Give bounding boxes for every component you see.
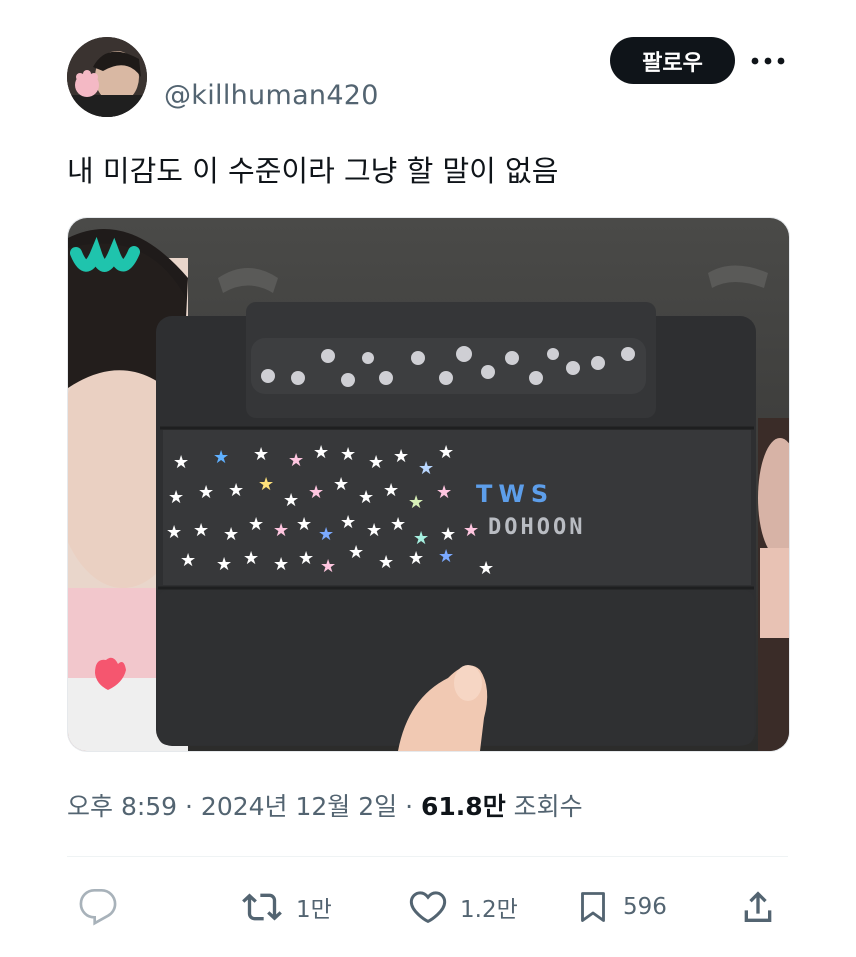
svg-text:★: ★ — [366, 520, 382, 541]
like-button[interactable]: 1.2만 — [408, 885, 518, 929]
svg-text:★: ★ — [463, 520, 479, 541]
svg-text:★: ★ — [368, 452, 384, 473]
svg-text:★: ★ — [193, 520, 209, 541]
svg-text:★: ★ — [296, 514, 312, 535]
bookmark-count: 596 — [623, 894, 667, 920]
svg-text:★: ★ — [166, 522, 182, 543]
bookmark-button[interactable]: 596 — [575, 885, 667, 929]
svg-text:★: ★ — [340, 444, 356, 465]
svg-text:★: ★ — [173, 452, 189, 473]
svg-text:★: ★ — [383, 480, 399, 501]
svg-text:★: ★ — [390, 514, 406, 535]
follow-button[interactable]: 팔로우 — [610, 37, 735, 84]
tweet-timestamp[interactable]: 오후 8:59 · 2024년 12월 2일 · — [67, 792, 421, 821]
tweet-text: 내 미감도 이 수준이라 그냥 할 말이 없음 — [67, 154, 559, 188]
svg-text:★: ★ — [198, 482, 214, 503]
svg-text:★: ★ — [216, 554, 232, 575]
svg-text:★: ★ — [348, 542, 364, 563]
user-handle[interactable]: @killhuman420 — [164, 80, 379, 111]
bookmark-icon — [581, 892, 605, 922]
heart-icon — [409, 891, 447, 923]
svg-text:★: ★ — [408, 492, 424, 513]
svg-text:★: ★ — [258, 474, 274, 495]
share-button[interactable] — [738, 885, 778, 929]
svg-text:★: ★ — [413, 528, 429, 549]
svg-text:★: ★ — [333, 474, 349, 495]
avatar[interactable] — [67, 37, 147, 117]
reply-icon — [79, 889, 117, 926]
tweet-meta: 오후 8:59 · 2024년 12월 2일 · 61.8만 조회수 — [67, 787, 583, 823]
svg-text:★: ★ — [408, 548, 424, 569]
svg-text:★: ★ — [358, 487, 374, 508]
reply-button[interactable] — [78, 885, 118, 929]
svg-text:★: ★ — [308, 482, 324, 503]
tablet-case-photo: ★ ★ ★ ★ ★ ★ ★ ★★ ★ ★ ★ ★ ★★ ★ ★★ ★ ★ ★ ★ ★ ★ ★ ★ ★ ★★ ★… — [68, 218, 789, 751]
avatar-photo — [67, 37, 147, 117]
like-count: 1.2만 — [460, 897, 518, 923]
svg-text:★: ★ — [283, 490, 299, 511]
view-count: 61.8만 — [421, 792, 506, 821]
svg-text:★: ★ — [418, 458, 434, 479]
retweet-icon — [242, 893, 282, 921]
share-icon — [744, 891, 772, 922]
svg-text:★: ★ — [438, 442, 454, 463]
svg-text:★: ★ — [393, 446, 409, 467]
svg-text:★: ★ — [253, 444, 269, 465]
svg-text:★: ★ — [313, 442, 329, 463]
svg-text:★: ★ — [298, 548, 314, 569]
svg-text:★: ★ — [180, 550, 196, 571]
svg-text:★: ★ — [340, 512, 356, 533]
svg-text:★: ★ — [273, 554, 289, 575]
svg-text:★: ★ — [223, 524, 239, 545]
case-text-tws: TWS — [476, 480, 554, 508]
svg-text:★: ★ — [378, 552, 394, 573]
view-label: 조회수 — [505, 792, 583, 821]
svg-text:★: ★ — [478, 558, 494, 579]
divider — [67, 856, 788, 857]
svg-text:★: ★ — [243, 548, 259, 569]
tweet-media[interactable]: ★ ★ ★ ★ ★ ★ ★ ★ ★ ★ ★ ★ ★ ★ ★ ★ ★ ★ ★ ★ ★ ★ ★ ★ ★ ★ ★ ★ ★ ★… — [67, 217, 790, 752]
svg-text:★: ★ — [213, 447, 229, 468]
svg-text:★: ★ — [273, 520, 289, 541]
svg-text:★: ★ — [228, 480, 244, 501]
svg-text:★: ★ — [288, 450, 304, 471]
svg-text:★: ★ — [168, 487, 184, 508]
retweet-button[interactable]: 1만 — [240, 885, 332, 929]
svg-text:★: ★ — [438, 546, 454, 567]
more-options-icon[interactable] — [748, 48, 788, 74]
svg-text:★: ★ — [320, 556, 336, 577]
case-text-dohoon: DOHOON — [488, 515, 585, 540]
retweet-count: 1만 — [296, 897, 332, 923]
svg-text:★: ★ — [436, 482, 452, 503]
svg-text:★: ★ — [440, 524, 456, 545]
svg-text:★: ★ — [248, 514, 264, 535]
svg-text:★: ★ — [318, 524, 334, 545]
